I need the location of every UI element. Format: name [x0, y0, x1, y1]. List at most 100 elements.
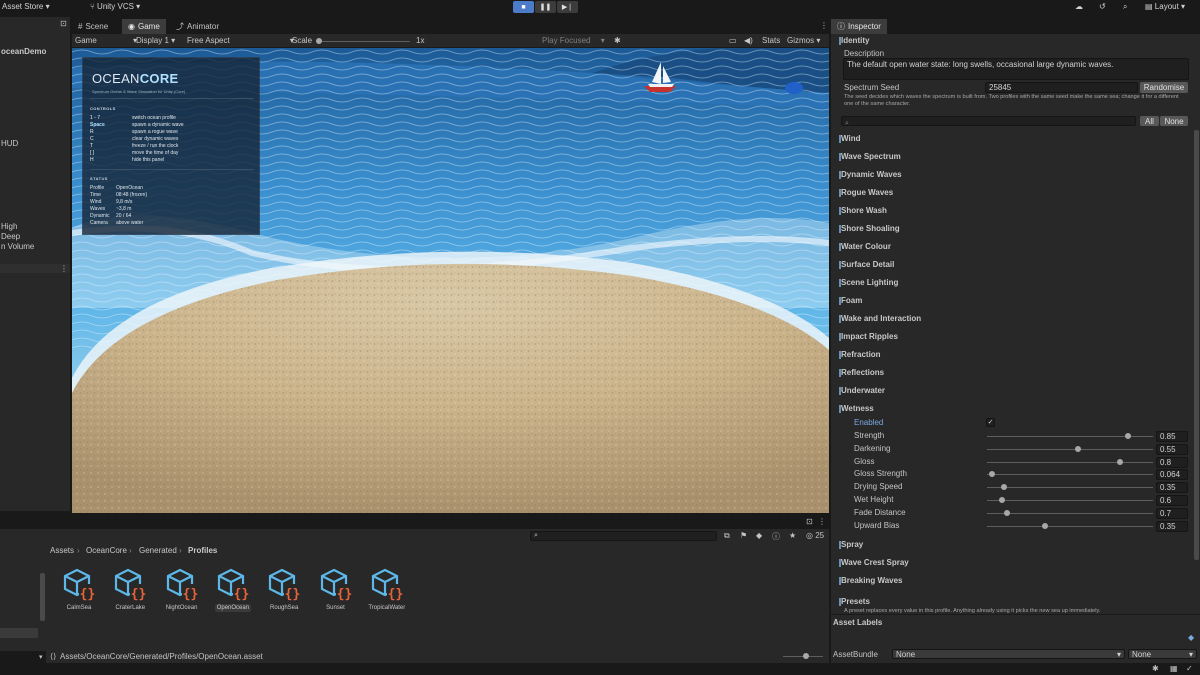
tag-icon[interactable]: ◆ — [1188, 633, 1194, 642]
enabled-checkbox[interactable]: ✓ — [986, 418, 995, 427]
favorite-icon[interactable]: ★ — [789, 531, 796, 540]
section-presets[interactable]: Presets — [839, 597, 870, 606]
asset-tile[interactable]: {} TropicalWater — [363, 567, 411, 612]
filter-type-icon[interactable]: ⧉ — [724, 531, 730, 541]
asset-tile[interactable]: {} CraterLake — [106, 567, 154, 612]
cloud-icon[interactable]: ☁ — [1075, 2, 1083, 11]
section-shore-wash[interactable]: Shore Wash — [839, 206, 887, 215]
param-slider-thumb[interactable] — [988, 471, 995, 478]
param-value-field[interactable]: 0.35 — [1156, 520, 1188, 532]
scrollbar[interactable] — [40, 573, 45, 621]
asset-tile[interactable]: {} CalmSea — [55, 567, 103, 612]
project-search-input[interactable]: ⌕ — [530, 531, 717, 541]
expand-all-button[interactable]: All — [1140, 116, 1159, 126]
display-dropdown[interactable]: Display 1 ▾ — [136, 36, 175, 45]
more-icon[interactable]: ⋮ — [818, 517, 826, 526]
param-value-field[interactable]: 0.7 — [1156, 507, 1188, 519]
param-value-field[interactable]: 0.8 — [1156, 456, 1188, 468]
section-breaking-waves[interactable]: Breaking Waves — [839, 576, 903, 585]
tab-game[interactable]: ◉ Game — [122, 19, 166, 34]
section-water-colour[interactable]: Water Colour — [839, 242, 891, 251]
hierarchy-item[interactable]: oceanDemo — [1, 47, 46, 56]
section-wave-spectrum[interactable]: Wave Spectrum — [839, 152, 901, 161]
param-slider[interactable] — [987, 461, 1153, 463]
info-icon[interactable]: ⓘ — [772, 531, 780, 542]
section-surface-detail[interactable]: Surface Detail — [838, 260, 894, 269]
section-wave-crest-spray[interactable]: Wave Crest Spray — [839, 558, 909, 567]
param-slider-thumb[interactable] — [1000, 484, 1007, 491]
section-scene-lighting[interactable]: Scene Lighting — [838, 278, 898, 287]
breadcrumb-item[interactable]: Generated — [139, 546, 177, 555]
pause-button[interactable]: ❚❚ — [535, 1, 556, 13]
bug-icon[interactable]: ✱ — [614, 36, 621, 45]
tab-scene[interactable]: # Scene — [72, 19, 114, 34]
lock-icon[interactable]: ⊡ — [806, 517, 813, 526]
section-refraction[interactable]: Refraction — [839, 350, 881, 359]
section-rogue-waves[interactable]: Rogue Waves — [838, 188, 893, 197]
section-impact-ripples[interactable]: Impact Ripples — [839, 332, 898, 341]
breadcrumb-item[interactable]: Assets — [50, 546, 74, 555]
more-icon[interactable]: ⋮ — [820, 21, 828, 30]
filter-label-icon[interactable]: ⚑ — [740, 531, 747, 540]
aspect-dropdown[interactable]: Free Aspect ▾ — [187, 36, 294, 45]
param-slider[interactable] — [987, 487, 1153, 489]
collapse-all-button[interactable]: None — [1160, 116, 1188, 126]
hierarchy-item[interactable]: Deep — [1, 232, 20, 241]
play-focused-dropdown[interactable]: Play Focused ▾ — [542, 36, 605, 45]
tab-inspector[interactable]: ⓘ Inspector — [831, 19, 887, 34]
step-button[interactable]: ▶❘ — [557, 1, 578, 13]
section-wake-and-interaction[interactable]: Wake and Interaction — [838, 314, 921, 323]
randomise-button[interactable]: Randomise — [1140, 82, 1188, 93]
game-mode-dropdown[interactable]: Game ▾ — [75, 36, 137, 45]
layout-menu[interactable]: ▤ Layout ▾ — [1145, 2, 1185, 11]
param-slider[interactable] — [987, 474, 1153, 476]
param-value-field[interactable]: 0.6 — [1156, 495, 1188, 506]
seed-field[interactable]: 25845 — [985, 82, 1138, 93]
section-search-input[interactable]: ⌕ — [841, 116, 1136, 126]
description-field[interactable]: The default open water state: long swell… — [843, 58, 1189, 80]
breadcrumb-item[interactable]: OceanCore — [86, 546, 127, 555]
param-slider-thumb[interactable] — [998, 497, 1005, 503]
gizmos-dropdown[interactable]: Gizmos ▾ — [787, 36, 820, 45]
scale-slider-thumb[interactable] — [316, 38, 322, 44]
section-dynamic-waves[interactable]: Dynamic Waves — [839, 170, 902, 179]
param-slider-thumb[interactable] — [1003, 509, 1010, 516]
section-spray[interactable]: Spray — [838, 540, 863, 549]
asset-bundle-dropdown[interactable]: None ▾ — [892, 649, 1125, 659]
asset-tile[interactable]: {} Sunset — [312, 567, 360, 612]
section-underwater[interactable]: Underwater — [838, 386, 885, 395]
param-value-field[interactable]: 0.55 — [1156, 443, 1188, 455]
inspector-scrollbar[interactable] — [1194, 130, 1199, 560]
param-slider[interactable] — [987, 500, 1153, 501]
tab-animator[interactable]: ⤴ Animator — [170, 19, 225, 34]
breadcrumb-item[interactable]: Profiles — [188, 546, 217, 555]
hierarchy-item[interactable]: n Volume — [1, 242, 34, 251]
section-identity[interactable]: Identity — [838, 36, 869, 45]
param-slider-thumb[interactable] — [1116, 458, 1123, 465]
asset-tile[interactable]: {} NightOcean — [158, 567, 206, 612]
scale-slider[interactable] — [318, 41, 410, 42]
hierarchy-item[interactable]: HUD — [1, 139, 18, 148]
fullscreen-icon[interactable]: ▭ — [729, 36, 737, 45]
search-icon[interactable]: ⌕ — [1123, 2, 1127, 12]
section-wetness[interactable]: Wetness — [839, 404, 874, 413]
param-slider[interactable] — [987, 448, 1153, 450]
folder-tree-selected-row[interactable] — [0, 628, 38, 638]
asset-variant-dropdown[interactable]: None ▾ — [1128, 649, 1197, 659]
cache-icon[interactable]: ▦ — [1170, 664, 1178, 673]
param-value-field[interactable]: 0.35 — [1156, 482, 1188, 494]
stats-toggle[interactable]: Stats — [762, 36, 780, 45]
param-slider-thumb[interactable] — [1125, 433, 1132, 439]
section-wind[interactable]: Wind — [838, 134, 860, 143]
asset-store-menu[interactable]: Asset Store ▾ — [2, 2, 50, 11]
param-slider[interactable] — [987, 525, 1153, 527]
section-reflections[interactable]: Reflections — [838, 368, 884, 377]
chevron-down-icon[interactable]: ▾ — [39, 653, 43, 661]
param-value-field[interactable]: 0.064 — [1156, 469, 1188, 481]
more-icon[interactable]: ⋮ — [60, 264, 68, 273]
icon-size-slider-thumb[interactable] — [803, 653, 809, 659]
lock-icon[interactable]: ⊡ — [60, 19, 67, 28]
section-foam[interactable]: Foam — [838, 296, 862, 305]
param-slider-thumb[interactable] — [1042, 522, 1049, 529]
audio-icon[interactable]: ◀) — [744, 36, 753, 45]
